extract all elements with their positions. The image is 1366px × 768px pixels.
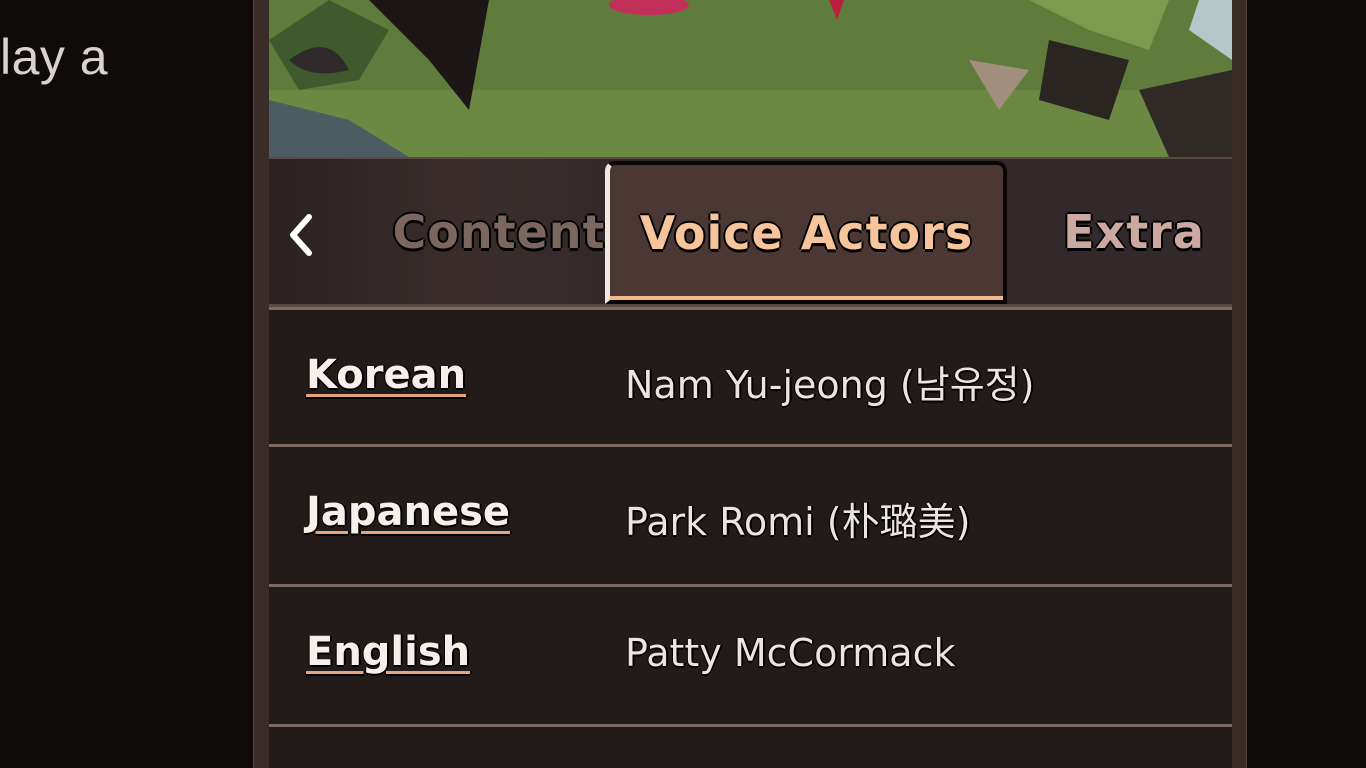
voice-actor-table: Korean Nam Yu-jeong (남유정) Japanese Park …: [269, 307, 1232, 727]
character-panel: Content Voice Actors Extra Korean Nam Yu…: [253, 0, 1247, 768]
table-row: English Patty McCormack: [269, 587, 1232, 727]
table-row: Korean Nam Yu-jeong (남유정): [269, 307, 1232, 447]
chevron-left-icon[interactable]: [285, 211, 317, 259]
tab-extra[interactable]: Extra: [1039, 159, 1229, 304]
actor-name: Patty McCormack: [625, 631, 956, 675]
tab-content[interactable]: Content: [349, 159, 649, 304]
language-link-japanese[interactable]: Japanese: [306, 489, 510, 535]
background-page-text: lay a: [0, 29, 109, 85]
tab-bar: Content Voice Actors Extra: [269, 157, 1232, 307]
tab-voice-actors[interactable]: Voice Actors: [605, 161, 1007, 304]
language-link-english[interactable]: English: [306, 629, 470, 675]
actor-name: Park Romi (朴璐美): [625, 500, 971, 544]
character-artwork: [269, 0, 1232, 157]
language-link-korean[interactable]: Korean: [306, 352, 466, 398]
actor-name: Nam Yu-jeong (남유정): [625, 363, 1035, 407]
panel-content: Content Voice Actors Extra Korean Nam Yu…: [269, 0, 1232, 768]
table-row: Japanese Park Romi (朴璐美): [269, 447, 1232, 587]
